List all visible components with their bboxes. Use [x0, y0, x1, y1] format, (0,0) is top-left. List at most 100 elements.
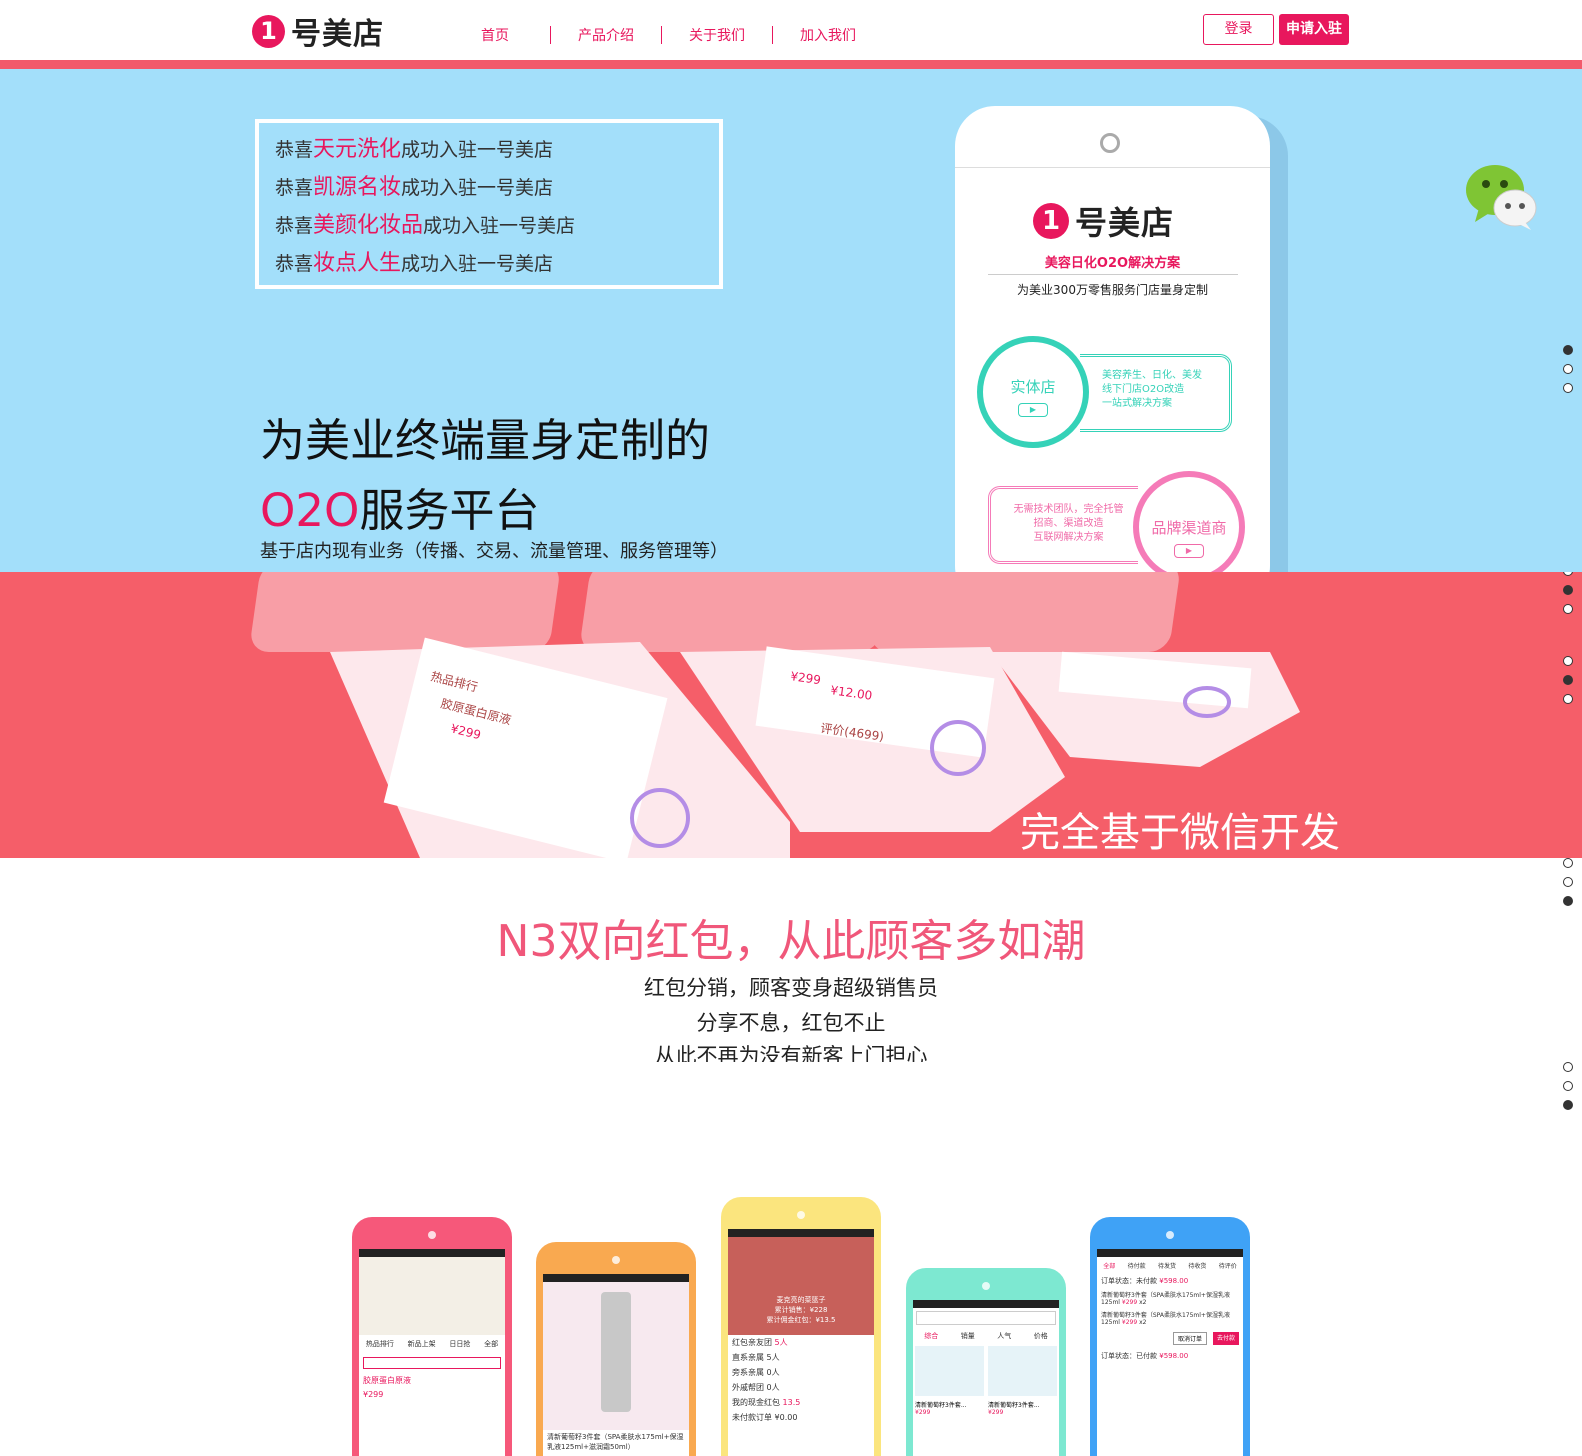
category-label[interactable]: 热品排行: [366, 1339, 394, 1349]
category-label[interactable]: 日日抢: [449, 1339, 470, 1349]
category-label[interactable]: 新品上架: [408, 1339, 436, 1349]
product-name: 清新葡萄籽3件套...: [988, 1402, 1040, 1409]
order-status: 订单状态：未付款 ¥598.00: [1101, 1277, 1189, 1285]
nav-home[interactable]: 首页: [440, 25, 550, 45]
pagination-dot[interactable]: [1563, 364, 1573, 374]
sales-total: 累计销售：¥228: [774, 1306, 828, 1314]
notice-shop-name: 美颜化妆品: [313, 213, 424, 238]
notice-suffix: 成功入驻一号美店: [401, 253, 554, 275]
pagination-dot[interactable]: [1563, 675, 1573, 685]
pagination-dots: [1563, 656, 1573, 713]
sort-tab[interactable]: 人气: [997, 1331, 1011, 1341]
pagination-dot[interactable]: [1563, 896, 1573, 906]
phone-tagline: 美容日化O2O解决方案: [1044, 256, 1181, 271]
pagination-dot[interactable]: [1563, 572, 1573, 576]
commission-total: 累计佣金红包：¥13.5: [766, 1316, 836, 1324]
phone-screen: 全部 待付款 待发货 待收货 待评价 订单状态：未付款 ¥598.00 清新葡萄…: [1097, 1249, 1243, 1456]
pagination-dot[interactable]: [1563, 585, 1573, 595]
header: 1 号美店 首页 产品介绍 关于我们 加入我们 登录 申请入驻: [0, 0, 1582, 60]
mockup-phone-list: 综合 销量 人气 价格 清新葡萄籽3件套... ¥299 清新葡萄籽3件套... ¥…: [906, 1268, 1066, 1456]
brand-circle[interactable]: 品牌渠道商 ▶: [1133, 471, 1245, 572]
order-status: 订单状态：已付款 ¥598.00: [1101, 1352, 1189, 1360]
hero-title-highlight: O2O: [260, 484, 360, 537]
pagination-dot[interactable]: [1563, 604, 1573, 614]
divider: [988, 274, 1238, 275]
notice-line: 恭喜凯源名妆成功入驻一号美店: [275, 169, 703, 207]
order-tab[interactable]: 待发货: [1158, 1261, 1176, 1270]
notice-prefix: 恭喜: [275, 215, 314, 237]
notice-box: 恭喜天元洗化成功入驻一号美店 恭喜凯源名妆成功入驻一号美店 恭喜美颜化妆品成功入…: [255, 119, 723, 289]
product-price: ¥299: [988, 1409, 1004, 1416]
pay-button[interactable]: 去付款: [1212, 1332, 1239, 1345]
list-item[interactable]: 红包亲友团 5人: [728, 1335, 874, 1350]
hero-subtitle: 基于店内现有业务（传播、交易、流量管理、服务管理等）: [260, 541, 728, 562]
feature-line: 招商、渠道改造: [1033, 518, 1104, 529]
phone-logo: 1 号美店: [1033, 198, 1174, 244]
pagination-dot[interactable]: [1563, 694, 1573, 704]
notice-line: 恭喜天元洗化成功入驻一号美店: [275, 131, 703, 169]
logo-text: 号美店: [1075, 204, 1175, 242]
camera-icon: [428, 1231, 436, 1239]
camera-icon: [1100, 133, 1120, 153]
notice-suffix: 成功入驻一号美店: [401, 177, 554, 199]
logo-mark: 1: [252, 14, 285, 48]
list-item[interactable]: 我的现金红包 13.5: [728, 1395, 874, 1410]
feature-line: 无需技术团队，完全托管: [1013, 504, 1124, 515]
pagination-dot[interactable]: [1563, 383, 1573, 393]
faded-phone: [581, 572, 889, 652]
product-price: ¥299: [363, 1390, 384, 1399]
sort-tab[interactable]: 销量: [961, 1331, 975, 1341]
order-tab[interactable]: 全部: [1103, 1261, 1115, 1270]
pagination-dot[interactable]: [1563, 1100, 1573, 1110]
order-tab[interactable]: 待收货: [1188, 1261, 1206, 1270]
phone-subtagline: 为美业300万零售服务门店量身定制: [1017, 283, 1208, 297]
notice-line: 恭喜美颜化妆品成功入驻一号美店: [275, 207, 703, 245]
phone-top-bezel: [955, 106, 1270, 168]
sort-tab[interactable]: 价格: [1034, 1331, 1048, 1341]
list-item[interactable]: 直系亲属 5人: [728, 1350, 874, 1365]
pagination-dot[interactable]: [1563, 1081, 1573, 1091]
category-label[interactable]: 全部: [484, 1339, 498, 1349]
list-item[interactable]: 旁系亲属 0人: [728, 1365, 874, 1380]
apply-button[interactable]: 申请入驻: [1279, 14, 1349, 45]
notice-line: 恭喜妆点人生成功入驻一号美店: [275, 245, 703, 283]
notice-prefix: 恭喜: [275, 253, 314, 275]
order-tab[interactable]: 待付款: [1128, 1261, 1146, 1270]
band-phones-illustration: 热品排行 胶原蛋白原液 ¥299 ¥299 ¥12.00 评价(4699): [251, 572, 1300, 858]
list-item[interactable]: 外戚帮团 0人: [728, 1380, 874, 1395]
sort-tab[interactable]: 综合: [924, 1331, 938, 1341]
pagination-dot[interactable]: [1563, 345, 1573, 355]
pagination-dot[interactable]: [1563, 656, 1573, 666]
red-packet-title: N3双向红包，从此顾客多如潮: [496, 916, 1086, 967]
nav-products[interactable]: 产品介绍: [551, 25, 661, 45]
camera-icon: [797, 1211, 805, 1219]
order-item: 清新葡萄籽3件套（SPA柔肤水175ml+保湿乳液125ml ¥299 x2: [1101, 1312, 1230, 1326]
brand-circle-label: 品牌渠道商: [1151, 519, 1227, 537]
store-feature-card: 美容养生、日化、美发 线下门店O2O改造 一站式解决方案: [1080, 354, 1232, 432]
header-accent-bar: [0, 60, 1582, 69]
main-nav: 首页 产品介绍 关于我们 加入我们: [440, 25, 883, 45]
faded-phone: [251, 572, 559, 652]
order-tab[interactable]: 待评价: [1219, 1261, 1237, 1270]
wechat-feature-band: 热品排行 胶原蛋白原液 ¥299 ¥299 ¥12.00 评价(4699) 完全…: [0, 572, 1582, 858]
login-button[interactable]: 登录: [1203, 14, 1274, 45]
mockup-phone-orders: 全部 待付款 待发货 待收货 待评价 订单状态：未付款 ¥598.00 清新葡萄…: [1090, 1217, 1250, 1456]
list-item[interactable]: 未付款订单 ¥0.00: [728, 1410, 874, 1425]
store-circle[interactable]: 实体店 ▶: [977, 336, 1089, 448]
cancel-order-button[interactable]: 取消订单: [1172, 1332, 1207, 1345]
nav-join[interactable]: 加入我们: [773, 25, 883, 45]
hero-title-line2: O2O服务平台: [260, 474, 540, 539]
red-packet-line: 分享不息，红包不止: [696, 1011, 886, 1035]
camera-icon: [612, 1256, 620, 1264]
store-circle-label: 实体店: [1010, 378, 1056, 396]
red-packet-line: 红包分销，顾客变身超级销售员: [644, 976, 938, 1000]
pagination-dots: [1563, 1062, 1573, 1119]
pagination-dot[interactable]: [1563, 877, 1573, 887]
pagination-dot[interactable]: [1563, 1062, 1573, 1072]
pagination-dot[interactable]: [1563, 858, 1573, 868]
site-logo[interactable]: 1 号美店: [252, 14, 384, 52]
notice-shop-name: 天元洗化: [313, 137, 402, 162]
nav-about[interactable]: 关于我们: [662, 25, 772, 45]
wechat-icon[interactable]: [1465, 162, 1537, 232]
play-icon: ▶: [1018, 403, 1048, 417]
